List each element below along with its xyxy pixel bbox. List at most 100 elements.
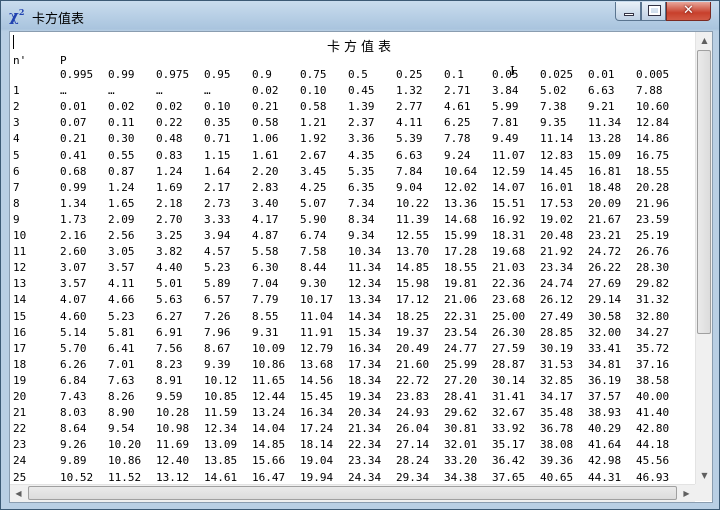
chi-square-value-cell: 3.36 xyxy=(348,132,375,146)
close-button[interactable]: ✕ xyxy=(666,2,711,21)
chi-square-value-cell: 14.85 xyxy=(396,261,430,275)
table-row: 7 0.99 1.24 1.69 2.17 2.83 4.25 6.35 9.04 12.02 14… xyxy=(10,181,712,197)
chi-square-value-cell: … xyxy=(204,84,211,98)
vertical-scrollbar[interactable]: ▲ ▼ xyxy=(695,32,712,484)
chi-square-value-cell: 14.45 xyxy=(540,164,574,178)
chi-square-value-cell: 19.68 xyxy=(492,245,526,259)
chi-square-value-cell: 0.55 xyxy=(108,148,135,162)
maximize-button[interactable] xyxy=(641,2,666,21)
chi-square-value-cell: 3.33 xyxy=(204,212,231,226)
chi-square-value-cell: 26.12 xyxy=(540,293,574,307)
chi-square-value-cell: 2.71 xyxy=(444,84,471,98)
chi-square-value-cell: 29.34 xyxy=(396,470,430,484)
vertical-scroll-thumb[interactable] xyxy=(697,50,711,334)
degree-of-freedom-cell: 18 xyxy=(13,357,27,371)
chi-square-value-cell: 10.28 xyxy=(156,406,190,420)
chi-square-value-cell: 18.14 xyxy=(300,438,334,452)
chi-square-value-cell: 29.82 xyxy=(636,277,670,291)
chi-square-value-cell: 42.80 xyxy=(636,422,670,436)
table-row: 10 2.16 2.56 3.25 3.94 4.87 6.74 9.34 12.55 15.99… xyxy=(10,229,712,245)
chi-square-value-cell: 3.84 xyxy=(492,84,519,98)
table-row: 1 … … … … 0.02 0.10 0.45 1.32 2.71 3.84 5.02 6.63 7.8… xyxy=(10,84,712,100)
chi-square-value-cell: 0.21 xyxy=(252,100,279,114)
chi-square-value-cell: 7.78 xyxy=(444,132,471,146)
scroll-up-button[interactable]: ▲ xyxy=(696,32,712,49)
chi-square-value-cell: 17.24 xyxy=(300,422,334,436)
chi-square-value-cell: 1.65 xyxy=(108,196,135,210)
chi-square-value-cell: 1.15 xyxy=(204,148,231,162)
chi-square-value-cell: 17.34 xyxy=(348,357,382,371)
chi-square-value-cell: 25.00 xyxy=(492,309,526,323)
table-row: 17 5.70 6.41 7.56 8.67 10.09 12.79 16.34 20.49 24… xyxy=(10,342,712,358)
chi-square-value-cell: 0.48 xyxy=(156,132,183,146)
chi-square-value-cell: 11.04 xyxy=(300,309,334,323)
chi-square-value-cell: 6.63 xyxy=(396,148,423,162)
chi-square-value-cell: 10.34 xyxy=(348,245,382,259)
table-row: 2 0.01 0.02 0.02 0.10 0.21 0.58 1.39 2.77 4.61 5.9… xyxy=(10,100,712,116)
chi-square-value-cell: 13.09 xyxy=(204,438,238,452)
chi-square-value-cell: 19.37 xyxy=(396,325,430,339)
chi-square-value-cell: 16.34 xyxy=(348,341,382,355)
degree-of-freedom-cell: 11 xyxy=(13,245,27,259)
chi-square-value-cell: 11.91 xyxy=(300,325,334,339)
chi-square-value-cell: … xyxy=(108,84,115,98)
chi-square-value-cell: 12.79 xyxy=(300,341,334,355)
horizontal-scrollbar[interactable]: ◀ ▶ xyxy=(10,484,695,502)
chi-square-value-cell: 0.58 xyxy=(300,100,327,114)
chi-square-value-cell: 10.64 xyxy=(444,164,478,178)
scroll-right-button[interactable]: ▶ xyxy=(678,485,695,502)
chi-square-value-cell: 0.30 xyxy=(108,132,135,146)
chi-square-value-cell: 15.45 xyxy=(300,390,334,403)
chi-square-value-cell: 5.07 xyxy=(300,196,327,210)
chi-square-value-cell: 13.28 xyxy=(588,132,622,146)
chi-square-value-cell: 2.67 xyxy=(300,148,327,162)
text-area[interactable]: 卡方值表 n' P 0.995 0.99 0.975 0.95 0.9 0.75 0.5 0.… xyxy=(9,31,713,503)
scroll-down-button[interactable]: ▼ xyxy=(696,467,712,484)
chi-square-value-cell: 32.67 xyxy=(492,406,526,420)
chi-square-value-cell: 31.53 xyxy=(540,357,574,371)
chi-square-value-cell: 4.25 xyxy=(300,180,327,194)
chi-square-value-cell: 16.34 xyxy=(300,406,334,420)
scroll-left-button[interactable]: ◀ xyxy=(10,485,27,502)
chi-square-value-cell: 27.49 xyxy=(540,309,574,323)
chi-square-value-cell: 4.57 xyxy=(204,245,231,259)
table-row: 14 4.07 4.66 5.63 6.57 7.79 10.17 13.34 17.12 21.… xyxy=(10,293,712,309)
chi-square-value-cell: 9.30 xyxy=(300,277,327,291)
chi-square-value-cell: 21.96 xyxy=(636,196,670,210)
chi-square-value-cell: 9.26 xyxy=(60,438,87,452)
table-row: 13 3.57 4.11 5.01 5.89 7.04 9.30 12.34 15.98 19.8… xyxy=(10,277,712,293)
chi-square-value-cell: 0.10 xyxy=(300,84,327,98)
chi-square-value-cell: 0.99 xyxy=(60,180,87,194)
close-icon: ✕ xyxy=(683,3,694,18)
minimize-button[interactable] xyxy=(615,2,641,21)
table-row: 19 6.84 7.63 8.91 10.12 11.65 14.56 18.34 22.72 2… xyxy=(10,374,712,390)
chi-square-value-cell: 34.27 xyxy=(636,325,670,339)
p-value-header: 0.005 xyxy=(636,68,670,81)
table-row: 4 0.21 0.30 0.48 0.71 1.06 1.92 3.36 5.39 7.78 9.4… xyxy=(10,132,712,148)
chi-square-value-cell: 38.93 xyxy=(588,406,622,420)
chi-square-value-cell: 28.85 xyxy=(540,325,574,339)
chi-square-value-cell: 23.54 xyxy=(444,325,478,339)
title-bar[interactable]: χ2 卡方值表 ✕ xyxy=(1,1,719,31)
chi-square-value-cell: 18.48 xyxy=(588,180,622,194)
chi-square-value-cell: 45.56 xyxy=(636,454,670,468)
table-row: 20 7.43 8.26 9.59 10.85 12.44 15.45 19.34 23.83 2… xyxy=(10,390,712,406)
chi-square-value-cell: 2.77 xyxy=(396,100,423,114)
chi-square-value-cell: 37.57 xyxy=(588,390,622,403)
chi-square-value-cell: 11.34 xyxy=(348,261,382,275)
chi-square-value-cell: 5.99 xyxy=(492,100,519,114)
degree-of-freedom-cell: 8 xyxy=(13,196,20,210)
chi-square-value-cell: … xyxy=(60,84,67,98)
degree-of-freedom-cell: 20 xyxy=(13,390,27,403)
horizontal-scroll-thumb[interactable] xyxy=(28,486,677,500)
chi-square-value-cell: 23.21 xyxy=(588,229,622,242)
chi-square-value-cell: 13.85 xyxy=(204,454,238,468)
chi-square-value-cell: 5.35 xyxy=(348,164,375,178)
chi-square-value-cell: 12.02 xyxy=(444,180,478,194)
chi-square-value-cell: 7.56 xyxy=(156,341,183,355)
chi-square-value-cell: 11.52 xyxy=(108,470,142,484)
chi-square-value-cell: 10.20 xyxy=(108,438,142,452)
chi-square-value-cell: 1.61 xyxy=(252,148,279,162)
chi-square-value-cell: 9.54 xyxy=(108,422,135,436)
app-window: χ2 卡方值表 ✕ 卡方值表 n' P 0.995 0.99 0.975 0.95 0.… xyxy=(0,0,720,510)
